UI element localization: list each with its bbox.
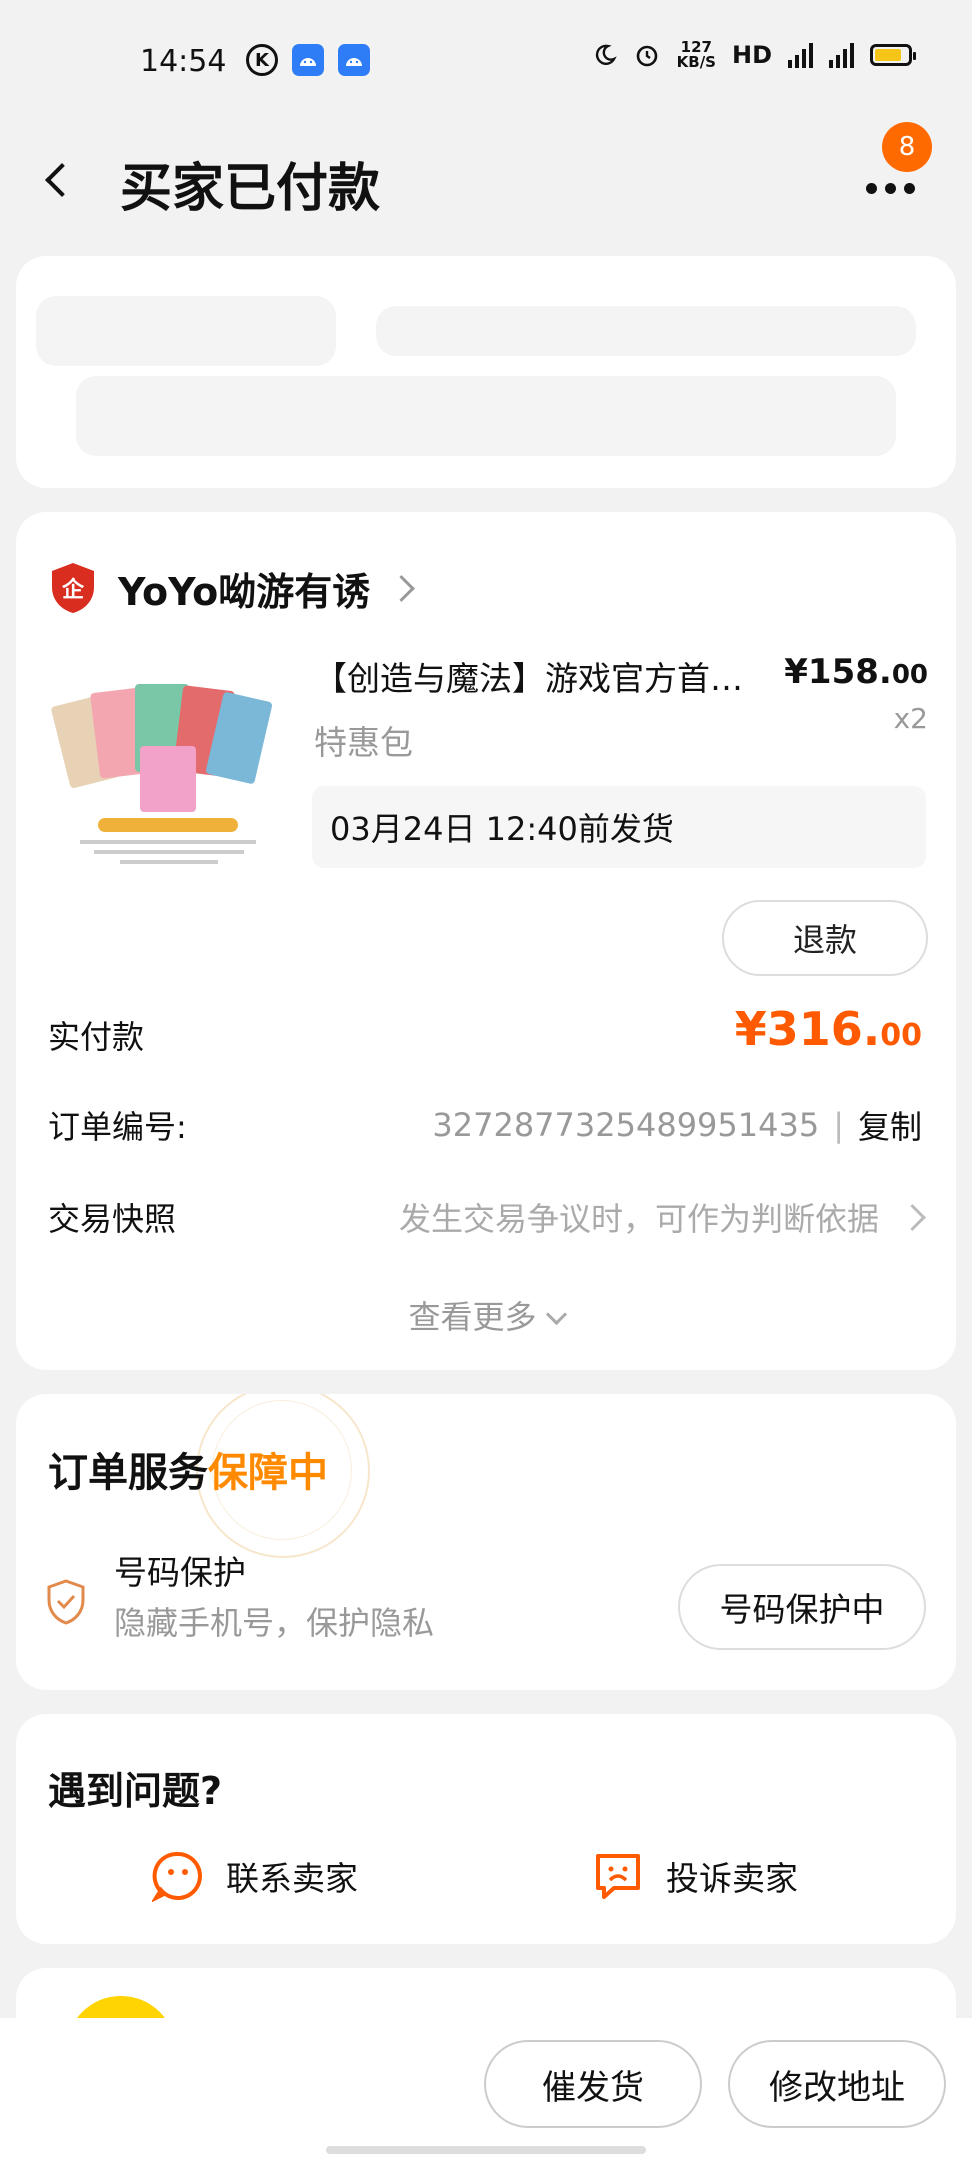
message-badge: 8 — [882, 122, 932, 172]
contact-seller-label: 联系卖家 — [226, 1859, 358, 1898]
svg-text:企: 企 — [61, 577, 85, 603]
chevron-right-icon — [388, 574, 416, 602]
home-indicator[interactable] — [326, 2146, 646, 2154]
more-options-button[interactable] — [862, 168, 918, 208]
paid-label: 实付款 — [48, 1018, 145, 1056]
snapshot-label: 交易快照 — [48, 1200, 177, 1238]
problem-title: 遇到问题? — [48, 1769, 223, 1813]
service-card: 订单服务保障中 号码保护 隐藏手机号，保护隐私 号码保护中 — [16, 1394, 956, 1690]
android-notification-icon — [338, 44, 370, 76]
net-speed: 127 KB/S — [677, 40, 716, 70]
chat-face-icon — [152, 1851, 202, 1902]
complaint-icon — [596, 1854, 640, 1899]
status-bar: 14:54 K 127 KB/S HD — [0, 0, 972, 120]
product-thumbnail[interactable] — [50, 638, 280, 878]
k-app-letter: K — [255, 49, 269, 71]
hd-indicator: HD — [731, 41, 772, 69]
product-price: ¥158.00 — [784, 652, 928, 692]
notification-icons: K — [246, 44, 370, 76]
paid-amount: ¥316.00 — [735, 1002, 922, 1056]
status-time: 14:54 — [140, 44, 227, 79]
shop-name: YoYo呦游有诱 — [118, 569, 371, 614]
snapshot-value: 发生交易争议时，可作为判断依据 — [398, 1200, 879, 1238]
service-title: 订单服务保障中 — [48, 1440, 328, 1498]
shop-row[interactable]: 企 YoYo呦游有诱 — [50, 548, 416, 628]
product-sku: 特惠包 — [314, 723, 413, 762]
redacted-area — [376, 306, 916, 356]
order-number: 3272877325489951435 — [432, 1106, 820, 1144]
paid-amount-main: ¥316. — [734, 1002, 881, 1056]
shop-shield-icon: 企 — [50, 561, 96, 615]
order-number-label: 订单编号: — [48, 1108, 187, 1146]
refund-button[interactable]: 退款 — [722, 900, 928, 976]
battery-icon — [870, 44, 916, 66]
moon-icon — [595, 44, 617, 65]
edit-address-button[interactable]: 修改地址 — [728, 2040, 946, 2128]
service-title-prefix: 订单服务 — [48, 1450, 208, 1496]
net-speed-unit: KB/S — [676, 53, 716, 71]
copy-order-number-button[interactable]: 复制 — [858, 1102, 922, 1148]
paid-amount-cents: 00 — [880, 1018, 922, 1053]
order-card: 企 YoYo呦游有诱 【创造与魔法】游戏官方首… ¥158.00 x2 特惠包 … — [16, 512, 956, 1370]
chevron-down-icon — [545, 1303, 567, 1326]
see-more-button[interactable]: 查看更多 — [16, 1292, 956, 1338]
service-item-name: 号码保护 — [114, 1553, 246, 1592]
chevron-right-icon — [899, 1203, 926, 1231]
complain-seller-button[interactable]: 投诉卖家 — [592, 1850, 798, 1902]
bottom-action-bar: 催发货 修改地址 — [0, 2018, 972, 2160]
product-title[interactable]: 【创造与魔法】游戏官方首… — [314, 652, 784, 700]
ship-deadline: 03月24日 12:40前发货 — [312, 786, 926, 868]
product-price-cents: 00 — [891, 660, 928, 690]
product-quantity: x2 — [893, 702, 928, 735]
nav-bar: 买家已付款 8 — [0, 120, 972, 240]
contact-seller-button[interactable]: 联系卖家 — [152, 1850, 358, 1902]
divider: | — [833, 1106, 844, 1144]
page-title: 买家已付款 — [120, 159, 381, 219]
redacted-area — [76, 376, 896, 456]
order-number-row: 3272877325489951435 | 复制 — [432, 1102, 922, 1148]
product-price-main: ¥158. — [784, 652, 892, 692]
redacted-area — [36, 296, 336, 366]
problem-card: 遇到问题? 联系卖家 投诉卖家 — [16, 1714, 956, 1944]
alarm-icon — [636, 45, 657, 67]
see-more-label: 查看更多 — [408, 1298, 537, 1336]
k-app-icon: K — [246, 44, 278, 76]
complain-seller-label: 投诉卖家 — [666, 1859, 798, 1898]
number-protection-button[interactable]: 号码保护中 — [678, 1564, 926, 1650]
address-card[interactable] — [16, 256, 956, 488]
signal-icon — [788, 42, 813, 68]
service-item-desc: 隐藏手机号，保护隐私 — [114, 1604, 435, 1642]
snapshot-link[interactable]: 发生交易争议时，可作为判断依据 — [398, 1194, 926, 1240]
back-button[interactable] — [40, 158, 80, 202]
android-notification-icon — [292, 44, 324, 76]
signal-icon-2 — [829, 42, 854, 68]
shield-check-icon — [46, 1578, 86, 1626]
service-title-highlight: 保障中 — [208, 1450, 328, 1496]
system-icons: 127 KB/S HD — [593, 40, 916, 70]
remind-shipment-button[interactable]: 催发货 — [484, 2040, 702, 2128]
